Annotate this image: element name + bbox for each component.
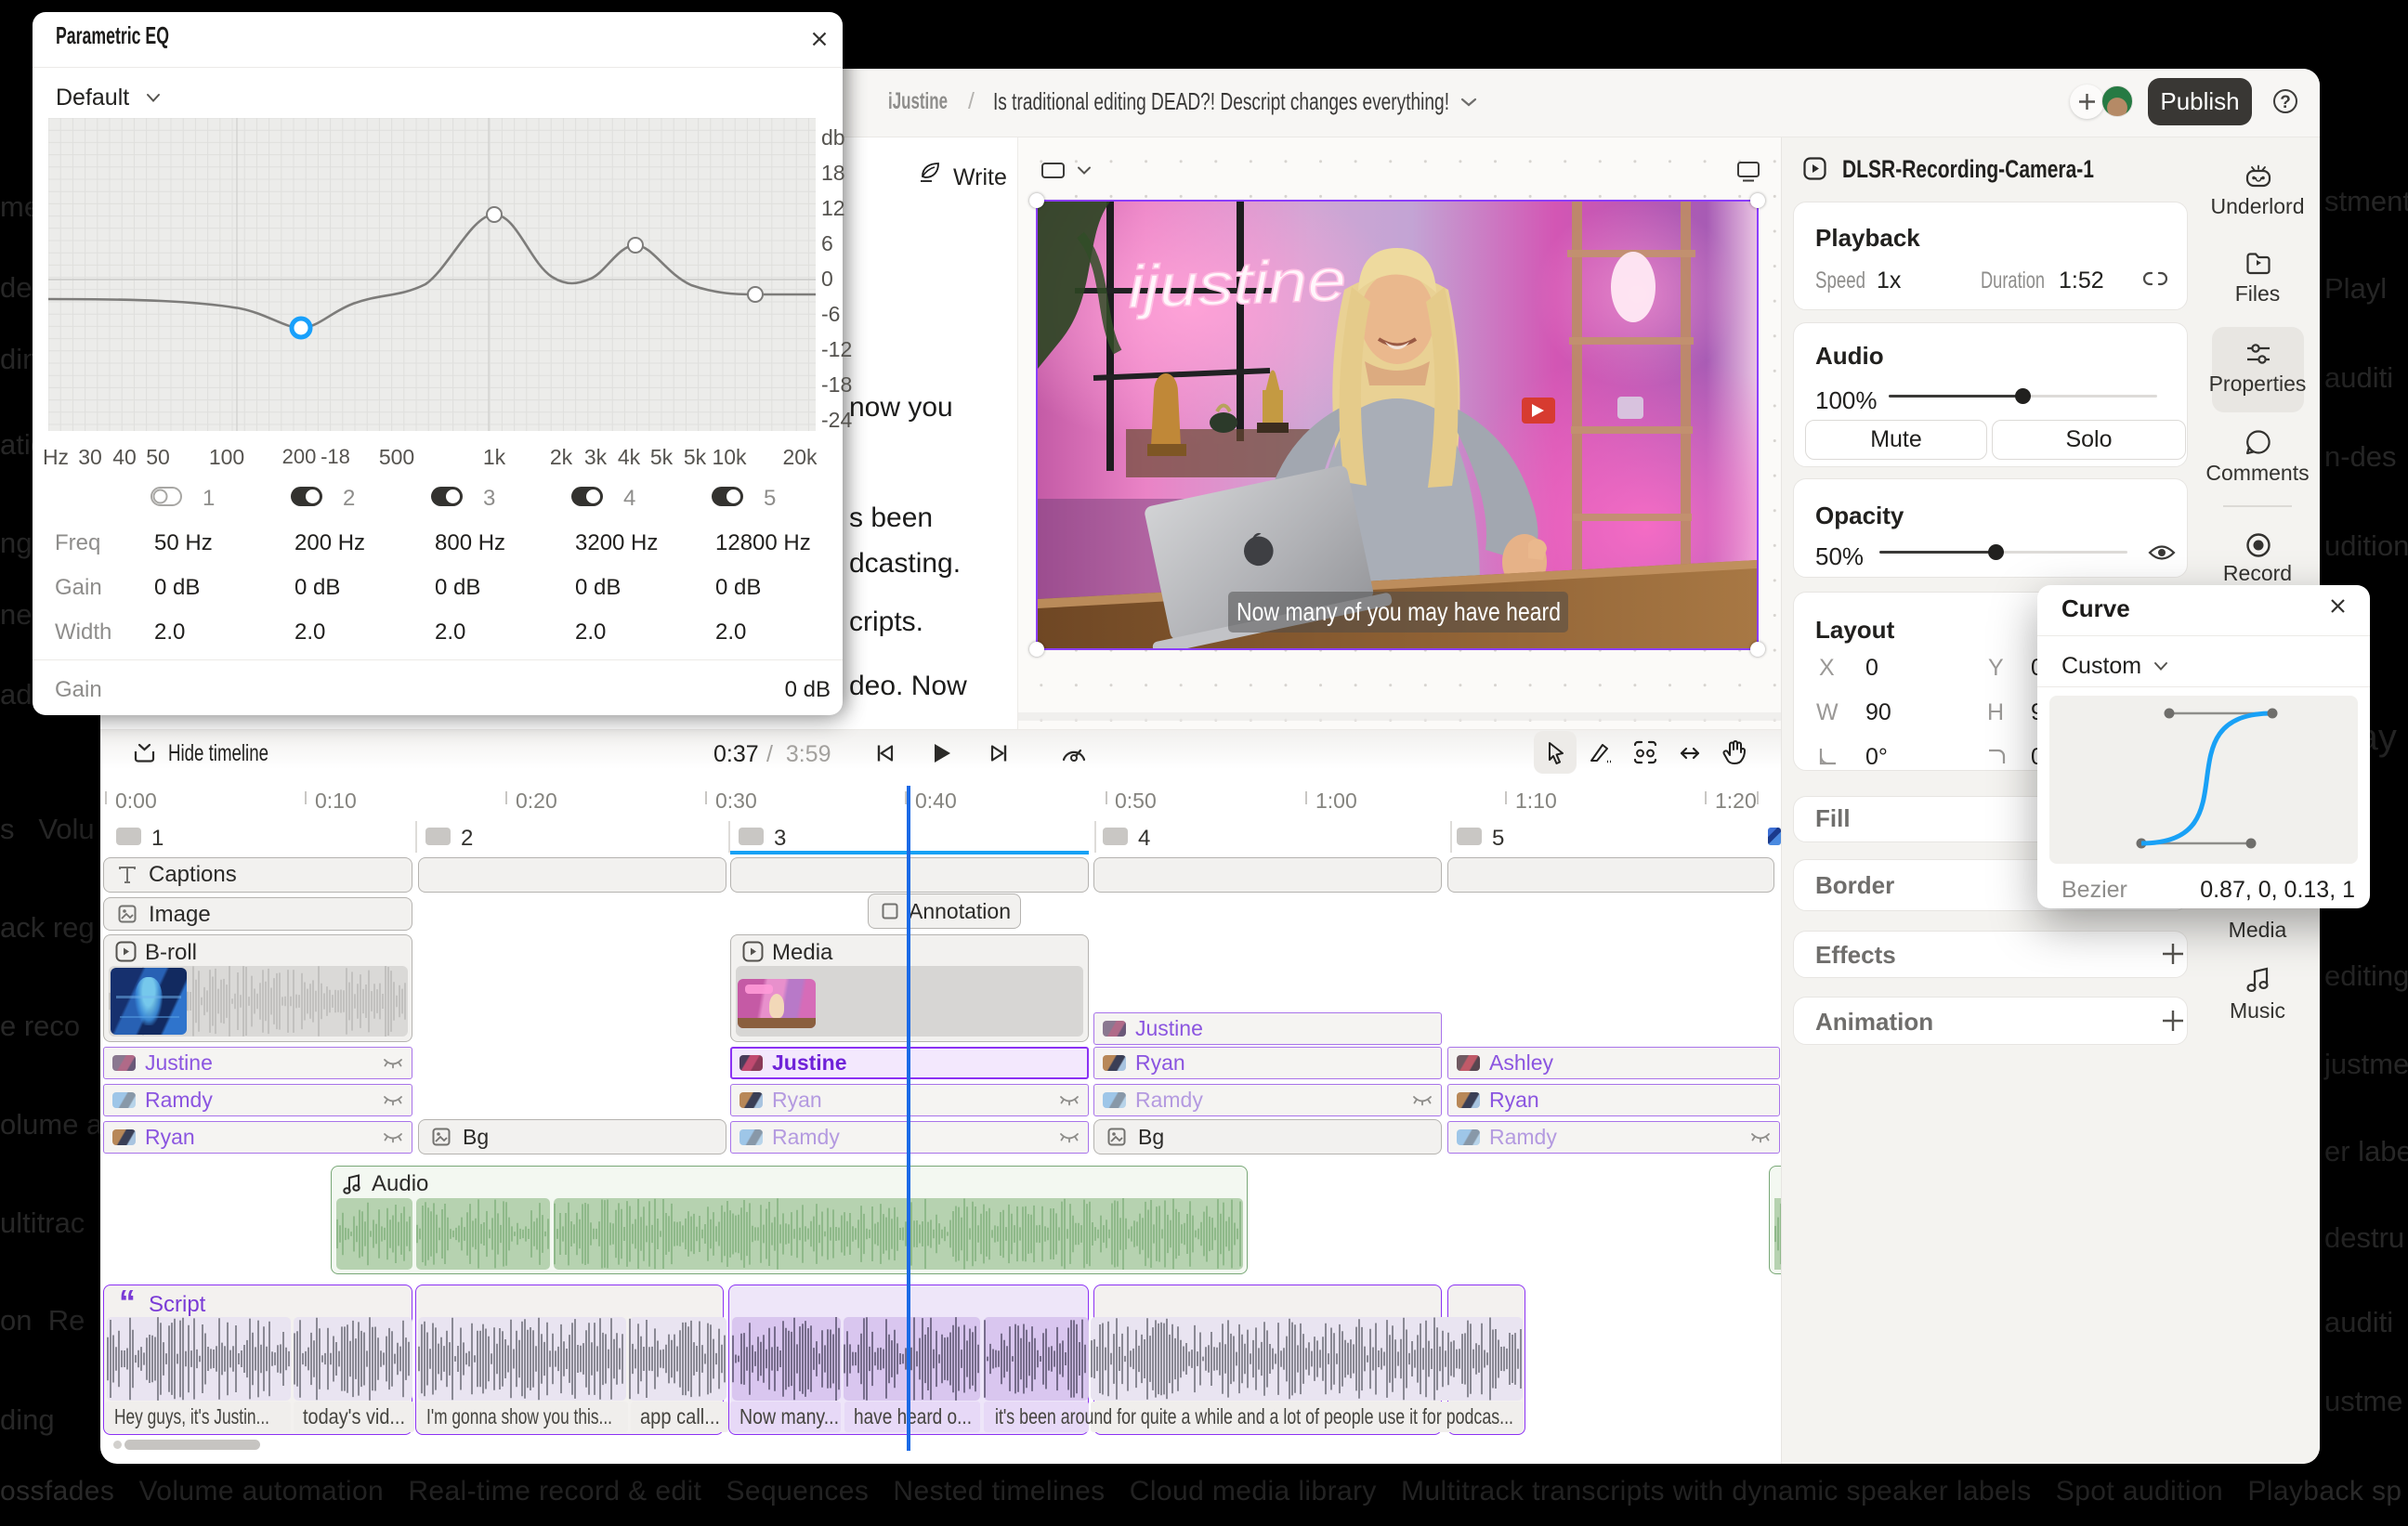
svg-text:app call...: app call... <box>640 1404 720 1428</box>
svg-text:I'm gonna show you this...: I'm gonna show you this... <box>426 1404 612 1428</box>
svg-text:today's vid...: today's vid... <box>303 1404 405 1428</box>
svg-text:Speed: Speed <box>1815 267 1865 293</box>
svg-text:Duration: Duration <box>1981 267 2045 293</box>
svg-text:have heard o...: have heard o... <box>854 1404 972 1428</box>
svg-text:Hey guys, it's Justin...: Hey guys, it's Justin... <box>114 1404 269 1428</box>
svg-text:1:52: 1:52 <box>2059 267 2104 293</box>
svg-text:Parametric EQ: Parametric EQ <box>56 21 169 49</box>
svg-text:1x: 1x <box>1877 267 1902 293</box>
svg-text:Hide timeline: Hide timeline <box>168 740 268 766</box>
svg-text:Now many...: Now many... <box>739 1404 839 1428</box>
svg-text:DLSR-Recording-Camera-1: DLSR-Recording-Camera-1 <box>1842 155 2094 183</box>
svg-text:it's been around for quite a w: it's been around for quite a while and a… <box>995 1404 1513 1428</box>
